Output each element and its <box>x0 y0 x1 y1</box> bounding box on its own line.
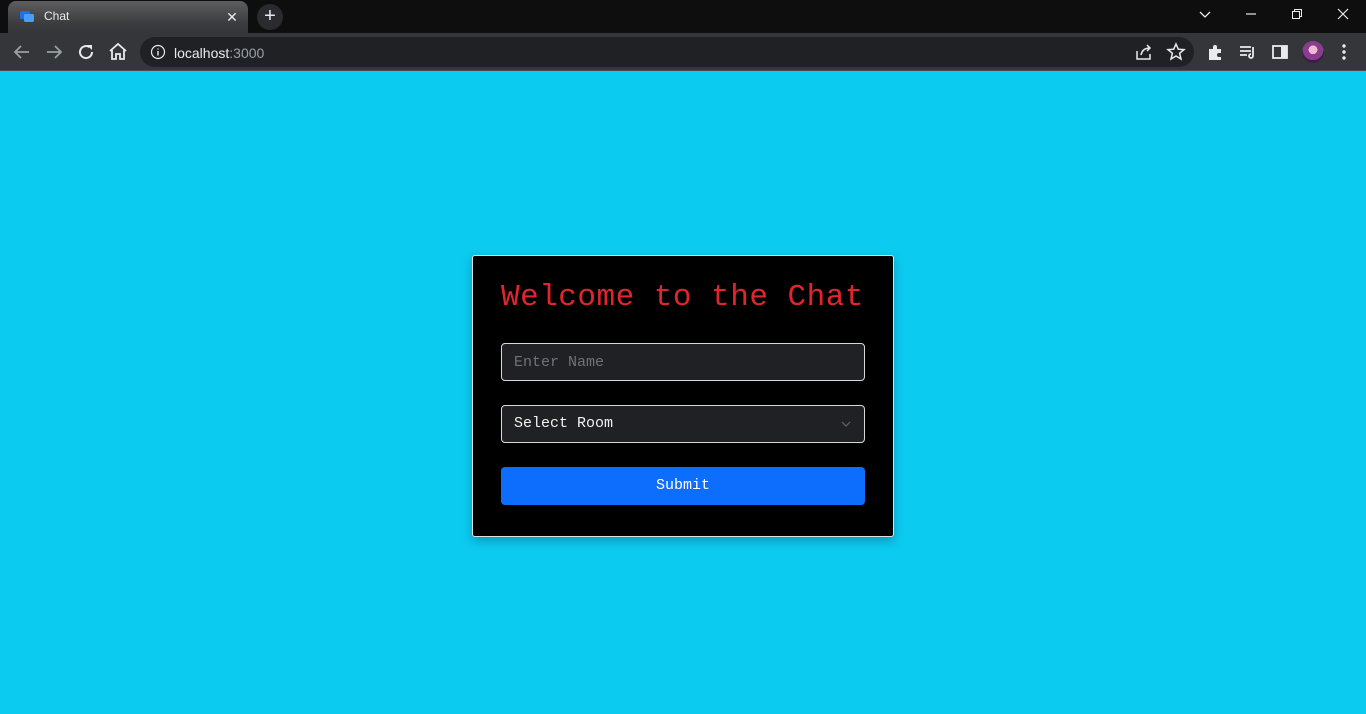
side-panel-icon[interactable] <box>1268 40 1292 64</box>
name-input[interactable] <box>501 343 865 381</box>
bookmark-star-icon[interactable] <box>1164 40 1188 64</box>
tab-strip: Chat ✕ + <box>0 0 1366 33</box>
tab-search-button[interactable] <box>1182 0 1228 30</box>
kebab-menu-icon[interactable] <box>1332 40 1356 64</box>
new-tab-button[interactable]: + <box>257 4 283 30</box>
room-select[interactable]: Select Room <box>501 405 865 443</box>
chevron-down-icon <box>841 421 851 427</box>
close-icon <box>1337 8 1349 20</box>
page-title: Welcome to the Chat <box>501 280 864 315</box>
tab-close-icon[interactable]: ✕ <box>224 9 240 25</box>
close-window-button[interactable] <box>1320 0 1366 30</box>
extensions-puzzle-icon[interactable] <box>1204 40 1228 64</box>
url-port: :3000 <box>229 45 265 61</box>
share-icon[interactable] <box>1132 40 1156 64</box>
reload-icon[interactable] <box>74 40 98 64</box>
minimize-icon <box>1246 13 1256 15</box>
home-icon[interactable] <box>106 40 130 64</box>
restore-icon <box>1292 9 1302 19</box>
page-body: Welcome to the Chat Select Room Submit <box>0 71 1366 714</box>
browser-toolbar: localhost:3000 <box>0 33 1366 71</box>
chat-favicon-icon <box>20 11 34 22</box>
back-arrow-icon[interactable] <box>10 40 34 64</box>
restore-button[interactable] <box>1274 0 1320 30</box>
submit-button[interactable]: Submit <box>501 467 865 505</box>
tab-title: Chat <box>44 9 70 23</box>
browser-chrome: Chat ✕ + localhost:3000 <box>0 0 1366 71</box>
url-host: localhost <box>174 45 230 61</box>
forward-arrow-icon[interactable] <box>42 40 66 64</box>
tab-chat[interactable]: Chat ✕ <box>8 1 248 33</box>
address-bar[interactable]: localhost:3000 <box>140 37 1194 67</box>
url-text: localhost:3000 <box>174 45 264 61</box>
media-queue-icon[interactable] <box>1236 40 1260 64</box>
join-chat-card: Welcome to the Chat Select Room Submit <box>472 255 894 537</box>
chevron-down-icon <box>1199 11 1211 18</box>
profile-avatar[interactable] <box>1302 41 1324 63</box>
room-select-value: Select Room <box>514 415 614 432</box>
info-icon[interactable] <box>150 44 166 60</box>
minimize-button[interactable] <box>1228 0 1274 30</box>
